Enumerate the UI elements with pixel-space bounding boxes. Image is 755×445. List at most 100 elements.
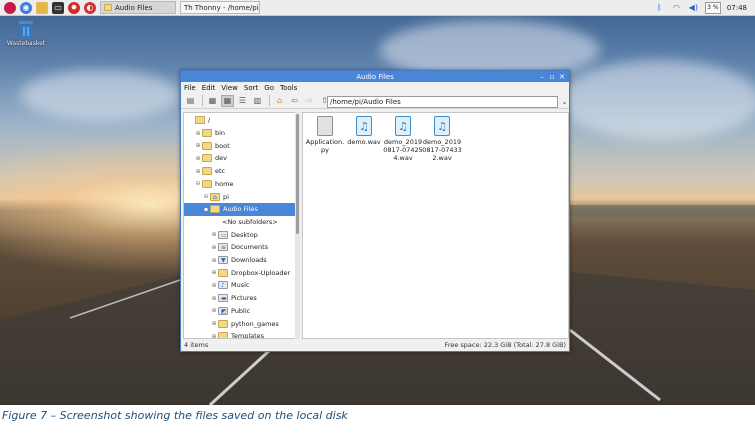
- task-thonny[interactable]: Th Thonny - /home/pi/...: [180, 1, 260, 14]
- tree-scrollbar[interactable]: [295, 112, 300, 339]
- folder-icon: [218, 319, 228, 328]
- folder-icon: ⌂: [210, 192, 220, 201]
- folder-icon: ▭: [218, 230, 228, 239]
- tree-item[interactable]: ⊕ boot: [184, 139, 295, 152]
- tree-item[interactable]: ⊖ ⌂ pi: [184, 190, 295, 203]
- expander-icon[interactable]: ⊕: [210, 231, 218, 238]
- tree-item[interactable]: ⊕ ▼ Downloads: [184, 254, 295, 267]
- expander-icon[interactable]: ⊕: [210, 295, 218, 302]
- expander-icon[interactable]: ⊖: [194, 180, 202, 187]
- expander-icon[interactable]: ⊕: [210, 269, 218, 276]
- file-item[interactable]: ♫ demo_2019 0817-07433 2.wav: [422, 116, 462, 162]
- folder-emblem-icon: ▬: [221, 295, 227, 303]
- tree-item[interactable]: ⊕ ◩ Public: [184, 305, 295, 318]
- tree-item-label: Dropbox-Uploader: [231, 268, 291, 277]
- folder-emblem-icon: ▼: [221, 257, 226, 265]
- folder-icon: ♪: [218, 281, 228, 290]
- chevron-down-icon[interactable]: ⌄: [560, 96, 569, 108]
- wifi-icon[interactable]: ◠: [671, 2, 682, 13]
- tree-item[interactable]: ⊕ ▭ Desktop: [184, 228, 295, 241]
- expander-icon[interactable]: ⊕: [194, 130, 202, 137]
- task-audio-files[interactable]: Audio Files: [100, 1, 176, 14]
- tree-item[interactable]: ⊕ python_games: [184, 317, 295, 330]
- forward-icon[interactable]: ⇨: [303, 95, 316, 107]
- volume-icon[interactable]: ◀): [688, 2, 699, 13]
- cpu-monitor: 3 %: [704, 1, 721, 14]
- expander-icon[interactable]: ⊕: [210, 244, 218, 251]
- expander-icon[interactable]: ⊕: [194, 168, 202, 175]
- expander-icon[interactable]: ⊕: [210, 320, 218, 327]
- expander-icon[interactable]: ⊕: [210, 257, 218, 264]
- folder-icon: [104, 4, 112, 11]
- wastebasket-desktop-item[interactable]: Wastebasket: [6, 19, 46, 47]
- clock[interactable]: 07:48: [727, 4, 747, 12]
- tree-item-label: Templates: [231, 332, 265, 339]
- icon-view-icon[interactable]: ▦: [206, 95, 219, 107]
- window-controls: – ▫ ✕: [536, 71, 566, 82]
- system-tray: ᛒ ◠ ◀) 3 % 07:48: [654, 0, 755, 16]
- mathematica-icon[interactable]: ✸: [68, 1, 80, 14]
- folder-icon: ≡: [218, 243, 228, 252]
- web-browser-icon[interactable]: ◉: [20, 1, 32, 14]
- menu-edit[interactable]: Edit: [202, 84, 216, 92]
- window-titlebar[interactable]: Audio Files – ▫ ✕: [181, 71, 569, 82]
- expander-icon[interactable]: ⊖: [202, 193, 210, 200]
- tree-item-label: Downloads: [231, 256, 267, 265]
- task-label: Audio Files: [115, 3, 153, 12]
- raspberry-menu-icon[interactable]: [4, 1, 16, 14]
- expander-icon[interactable]: ⊕: [210, 307, 218, 314]
- close-icon[interactable]: ✕: [558, 72, 566, 81]
- expander-icon[interactable]: ⊕: [210, 282, 218, 289]
- folder-icon: ◩: [218, 306, 228, 315]
- trash-icon: [19, 21, 33, 38]
- tree-item[interactable]: ⊖ home: [184, 178, 295, 191]
- compact-view-icon[interactable]: ☰: [236, 95, 249, 107]
- side-pane-icon[interactable]: ▤: [184, 95, 197, 107]
- file-name: 0817-07425: [383, 146, 423, 154]
- toolbar-separator: [269, 95, 270, 106]
- folder-emblem-icon: ◩: [221, 307, 227, 315]
- file-item[interactable]: ♫ demo.wav: [344, 116, 384, 146]
- window-title: Audio Files: [356, 72, 394, 81]
- menu-file[interactable]: File: [184, 84, 196, 92]
- path-input[interactable]: /home/pi/Audio Files: [327, 96, 558, 108]
- tree-item[interactable]: ⊕ ≡ Documents: [184, 241, 295, 254]
- file-manager-icon[interactable]: [36, 1, 48, 14]
- menu-sort[interactable]: Sort: [244, 84, 258, 92]
- thumbnail-view-icon[interactable]: ▦: [221, 94, 234, 107]
- tree-item-label: Documents: [231, 243, 269, 252]
- tree-item-label: Music: [231, 281, 250, 290]
- figure-caption: Figure 7 – Screenshot showing the files …: [2, 409, 348, 422]
- menu-view[interactable]: View: [221, 84, 238, 92]
- tree-item[interactable]: /: [184, 114, 295, 127]
- tree-item[interactable]: ⊕ etc: [184, 165, 295, 178]
- expander-icon[interactable]: ▪: [202, 206, 210, 213]
- menu-tools[interactable]: Tools: [280, 84, 297, 92]
- file-item[interactable]: ♫ demo_2019 0817-07425 4.wav: [383, 116, 423, 162]
- detail-view-icon[interactable]: ▥: [251, 95, 264, 107]
- home-icon[interactable]: ⌂: [273, 95, 286, 107]
- tree-item-label: home: [215, 179, 234, 188]
- minimize-icon[interactable]: –: [538, 72, 546, 81]
- tree-item[interactable]: ▪ Audio Files: [184, 202, 295, 216]
- audio-file-icon: ♫: [434, 116, 450, 136]
- tree-item[interactable]: ⊕ bin: [184, 127, 295, 140]
- scrollbar-thumb[interactable]: [296, 114, 299, 234]
- back-icon[interactable]: ⇦: [288, 95, 301, 107]
- tree-item-label: dev: [215, 154, 227, 163]
- maximize-icon[interactable]: ▫: [548, 72, 556, 81]
- tree-item[interactable]: <No subfolders>: [184, 216, 295, 229]
- expander-icon[interactable]: ⊕: [194, 155, 202, 162]
- tree-item[interactable]: ⊕ dev: [184, 152, 295, 165]
- tree-item[interactable]: ⊕ Dropbox-Uploader: [184, 266, 295, 279]
- menu-go[interactable]: Go: [264, 84, 274, 92]
- terminal-icon[interactable]: ▭: [52, 1, 64, 14]
- tree-item[interactable]: ⊕ ♪ Music: [184, 279, 295, 292]
- tree-item[interactable]: ⊕ Templates: [184, 330, 295, 339]
- folder-icon: ▼: [218, 256, 228, 265]
- bluetooth-icon[interactable]: ᛒ: [654, 2, 665, 13]
- file-item[interactable]: Application. py: [305, 116, 345, 154]
- wolfram-icon[interactable]: ◐: [84, 1, 96, 14]
- tree-item[interactable]: ⊕ ▬ Pictures: [184, 292, 295, 305]
- expander-icon[interactable]: ⊕: [194, 142, 202, 149]
